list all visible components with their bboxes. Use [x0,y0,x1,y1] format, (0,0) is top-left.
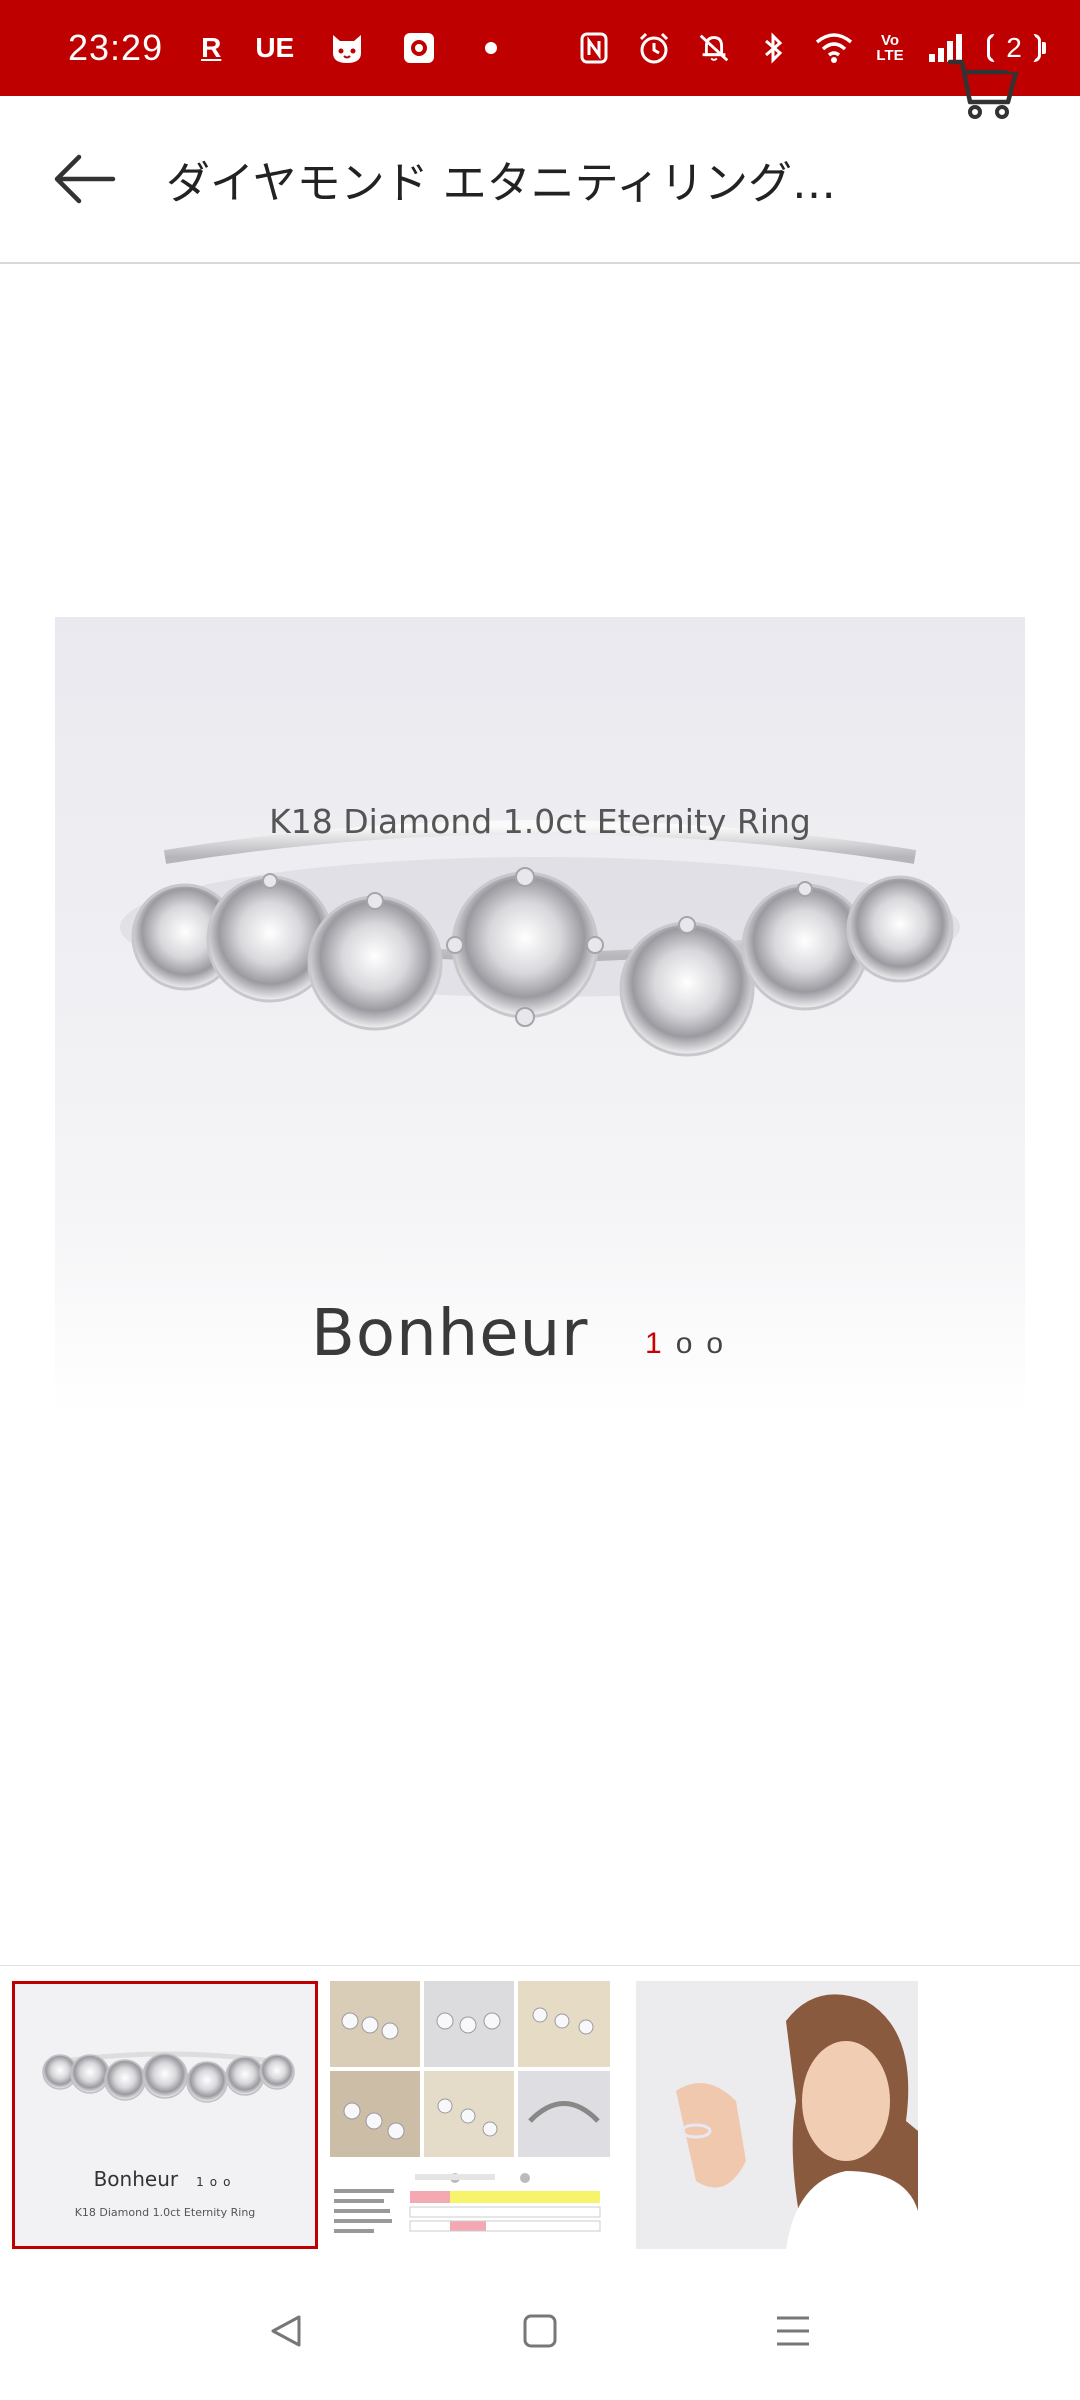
mute-bell-icon [695,29,733,67]
back-triangle-icon [271,2315,301,2347]
status-bar: 23:29 R UE Vo LTE [0,0,1080,96]
nfc-icon [575,29,613,67]
status-notification-icons: R UE [201,29,510,67]
system-nav-bar [0,2262,1080,2400]
thumbnail-3[interactable] [636,1981,918,2249]
nav-home-button[interactable] [510,2301,570,2361]
home-square-icon [523,2314,557,2348]
brand-mark: 1oo [645,1327,738,1360]
ring-collage-image [330,1981,610,2233]
brand-name: Bonheur [311,1297,589,1371]
product-main-image[interactable]: Bonheur 1oo [55,617,1025,1417]
cart-count-badge: 2 [990,24,1038,72]
page-title: ダイヤモンド エタニティリング… [166,158,837,209]
app-bar: ダイヤモンド エタニティリング… [0,96,1080,264]
arrow-left-icon [54,154,116,204]
thumbnail-1[interactable]: Bonheur 1oo K18 Diamond 1.0ct Eternity Ri… [12,1981,318,2249]
rakuten-icon: R [201,32,222,63]
nav-back-button[interactable] [257,2301,317,2361]
thumbnail-2[interactable] [330,1981,610,2249]
diamond-ring-image [120,820,960,1057]
thumbnail-brand: Bonheur 1oo [93,2167,237,2191]
wifi-icon [815,29,853,67]
media-app-icon [400,29,438,67]
alarm-icon [635,29,673,67]
cat-app-icon [328,29,366,67]
thumbnail-strip[interactable]: Bonheur 1oo K18 Diamond 1.0ct Eternity Ri… [0,1965,1080,2261]
nav-menu-button[interactable] [763,2301,823,2361]
back-button[interactable] [48,143,120,215]
volte-label: Vo LTE [876,32,904,64]
product-tagline: K18 Diamond 1.0ct Eternity Ring [269,802,811,841]
model-wearing-ring-image [636,1981,918,2249]
ue-icon: UE [255,32,295,63]
thumbnail-tagline: K18 Diamond 1.0ct Eternity Ring [74,2206,256,2219]
status-time: 23:29 [68,27,164,68]
ring-thumbnail-image [42,2051,295,2103]
menu-lines-icon [777,2316,810,2346]
bluetooth-icon [755,29,793,67]
dot-icon [472,29,510,67]
